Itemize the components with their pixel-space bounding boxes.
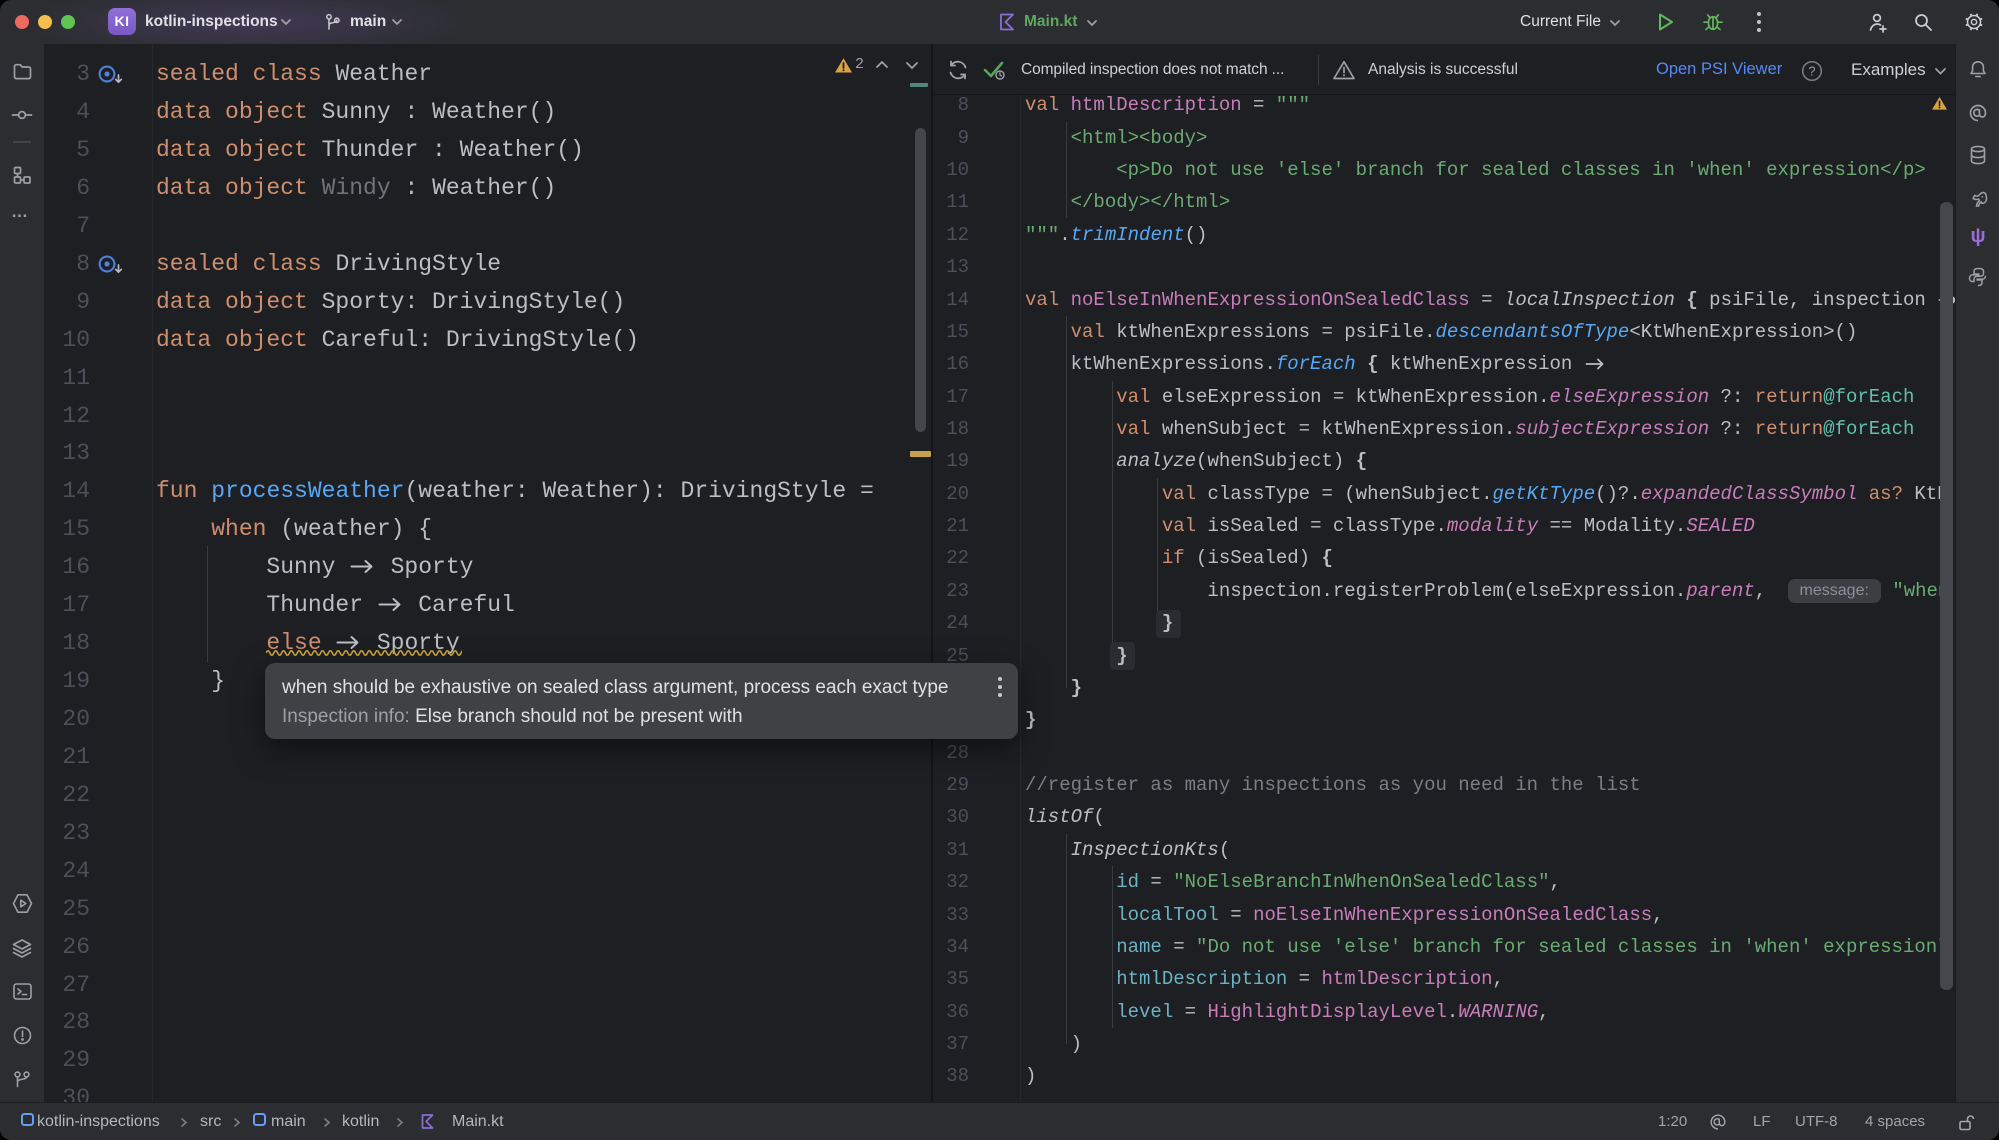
svg-text:?: ? <box>1809 65 1816 79</box>
